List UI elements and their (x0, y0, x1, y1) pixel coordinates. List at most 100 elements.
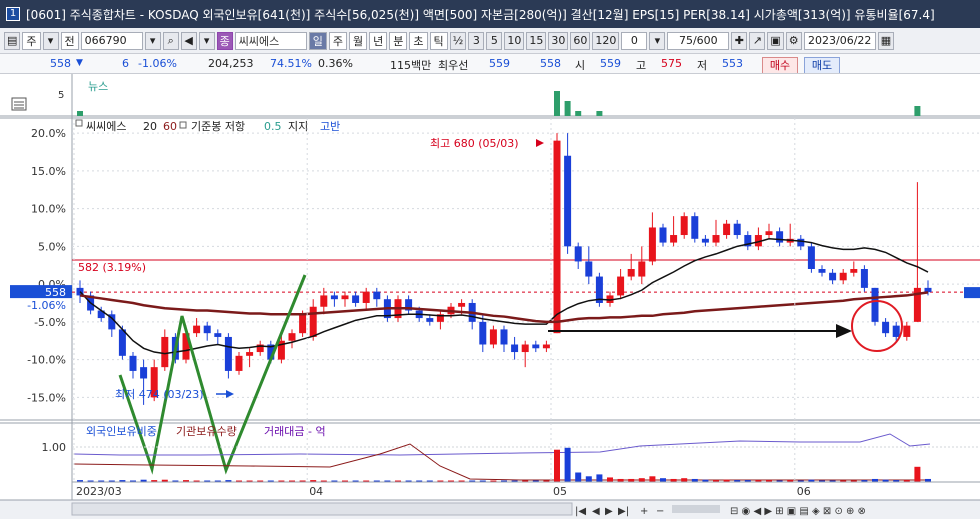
sell-button[interactable]: 매도 (804, 57, 840, 73)
y-tick-label: -10.0% (27, 354, 66, 367)
candle-body (299, 314, 307, 334)
count-input[interactable]: 0 (621, 31, 648, 50)
candle-body (627, 269, 635, 277)
news-axis-tick: 5 (58, 90, 64, 101)
legend-ma-long: 60 (163, 120, 177, 133)
news-bar (77, 111, 83, 116)
timeframe-year[interactable]: 년 (369, 31, 388, 50)
drawing-tool-icon[interactable]: ↗ (749, 31, 766, 50)
candle-body (585, 261, 593, 277)
save-icon[interactable]: ▣ (767, 31, 784, 50)
minute-60-button[interactable]: 60 (570, 31, 591, 50)
stock-code-input[interactable]: 066790 (80, 31, 143, 50)
timeframe-day[interactable]: 일 (308, 31, 327, 50)
search-icon[interactable]: ⌕ (162, 31, 179, 50)
market-dropdown-icon[interactable]: ▾ (42, 31, 59, 50)
layout-menu-icon[interactable]: ▤ (4, 31, 21, 50)
candle-body (362, 291, 370, 303)
legend-support-value: 0.5 (264, 120, 282, 133)
speaker-dropdown-icon[interactable]: ▾ (198, 31, 215, 50)
buy-button[interactable]: 매수 (762, 57, 798, 73)
zoom-slider[interactable] (672, 505, 720, 513)
y-tick-label: 5.0% (38, 240, 66, 253)
candle-body (807, 246, 815, 269)
right-price-tag (964, 287, 980, 299)
zoom-out-icon[interactable]: − (656, 506, 664, 517)
news-bar (596, 111, 603, 116)
zoom-in-icon[interactable]: + (640, 506, 648, 517)
volume-axis-tick: 1.00 (42, 441, 67, 454)
candle-body (224, 336, 232, 371)
minute-10-button[interactable]: 10 (504, 31, 525, 50)
candle-body (373, 291, 381, 300)
news-bar (575, 111, 582, 116)
fraction-button[interactable]: ½ (449, 31, 467, 50)
tool-icons[interactable]: ⊟ ◉ ◀ ▶ ⊞ ▣ ▤ ◈ ⊠ ⊙ ⊕ ⊗ (730, 506, 866, 517)
scroll-prev-icon[interactable]: ◀ (592, 506, 600, 517)
timeframe-tick[interactable]: 틱 (429, 31, 448, 50)
page-indicator[interactable]: 75/600 (667, 31, 730, 50)
stock-name-badge[interactable]: 종 (216, 31, 233, 50)
date-input[interactable]: 2023/06/22 (803, 31, 876, 50)
scroll-track[interactable] (71, 502, 573, 516)
minute-30-button[interactable]: 30 (548, 31, 569, 50)
speaker-icon[interactable]: ◀ (180, 31, 197, 50)
candle-body (860, 269, 868, 288)
legend-foreign-ratio: 외국인보유비중 (86, 425, 157, 438)
candle-body (723, 223, 731, 236)
scroll-last-icon[interactable]: ▶| (618, 506, 629, 517)
candle-body (670, 235, 678, 243)
candle-body (776, 231, 784, 243)
timeframe-second[interactable]: 초 (409, 31, 428, 50)
price-change-pct: -1.06% (138, 57, 177, 70)
minute-15-button[interactable]: 15 (526, 31, 547, 50)
y-tick-label: 15.0% (31, 165, 66, 178)
value-bar (638, 478, 645, 482)
candle-body (903, 325, 911, 337)
stock-name-field[interactable]: 씨씨에스 (234, 31, 307, 50)
page-current: 75 (678, 34, 693, 47)
legend-ma-short: 20 (143, 120, 157, 133)
candle-body (309, 306, 317, 337)
value-bar (585, 476, 592, 482)
window-title: [0601] 주식종합차트 - KOSDAQ 외국인보유[641(천)] 주식수… (26, 7, 935, 22)
candle-body (680, 216, 688, 236)
candle-body (235, 355, 243, 371)
gear-icon[interactable]: ⚙ (785, 31, 802, 50)
candle-body (564, 155, 572, 247)
current-price: 558 (50, 57, 71, 70)
value-bar (914, 466, 921, 482)
timeframe-month[interactable]: 월 (349, 31, 368, 50)
horizontal-scrollbar[interactable]: |◀ ◀ ▶ ▶| + − ⊟ ◉ ◀ ▶ ⊞ ▣ ▤ ◈ ⊠ ⊙ ⊕ ⊗ (0, 499, 980, 519)
code-dropdown-icon[interactable]: ▾ (144, 31, 161, 50)
legend-stock-name: 씨씨에스 (86, 120, 126, 133)
resistance-label: 582 (3.19%) (78, 261, 146, 274)
period-type-select[interactable]: 전 (60, 31, 79, 50)
calendar-icon[interactable]: ▦ (877, 31, 895, 50)
legend-base-candle: 기준봉 저항 (191, 120, 245, 133)
scroll-first-icon[interactable]: |◀ (575, 506, 586, 517)
candle-body (341, 295, 349, 300)
minute-3-button[interactable]: 3 (468, 31, 485, 50)
timeframe-minute[interactable]: 분 (389, 31, 408, 50)
candle-body (818, 269, 826, 273)
value-bar (564, 447, 571, 482)
y-tick-label: -5.0% (34, 316, 66, 329)
legend-trade-value: 거래대금 - 억 (264, 425, 326, 438)
minute-5-button[interactable]: 5 (486, 31, 503, 50)
indicator-add-icon[interactable]: ✚ (731, 31, 748, 50)
trade-value: 115백만 (390, 59, 432, 72)
stock-chart[interactable]: 뉴스 5 20.0%15.0%10.0%5.0%0.0%-5.0%-10.0%-… (0, 74, 980, 519)
candle-body (829, 272, 837, 281)
candle-body (118, 329, 126, 356)
scroll-next-icon[interactable]: ▶ (605, 506, 613, 517)
low-value: 553 (722, 57, 743, 70)
candle-body (712, 235, 720, 243)
y-tick-label: -15.0% (27, 391, 66, 404)
count-dropdown-icon[interactable]: ▾ (649, 31, 666, 50)
timeframe-week[interactable]: 주 (328, 31, 348, 50)
minute-120-button[interactable]: 120 (592, 31, 620, 50)
panel-menu-icon[interactable] (11, 97, 27, 111)
value-bar (681, 478, 688, 482)
market-select[interactable]: 주 (22, 31, 41, 50)
